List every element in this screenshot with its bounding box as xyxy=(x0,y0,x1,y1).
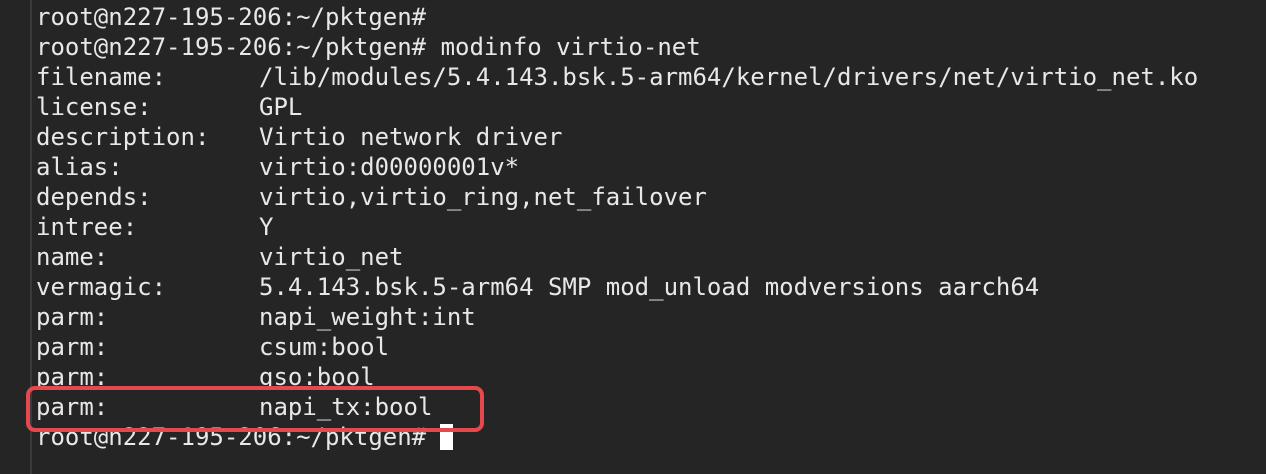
highlight-annotation-box xyxy=(26,386,484,432)
field-key: filename: xyxy=(36,63,167,91)
terminal-line: license: GPL xyxy=(36,92,1198,122)
command-text: root@n227-195-206:~/pktgen# modinfo virt… xyxy=(36,33,701,61)
terminal-output: root@n227-195-206:~/pktgen# root@n227-19… xyxy=(36,2,1198,422)
terminal-line: root@n227-195-206:~/pktgen# xyxy=(36,2,1198,32)
terminal-window[interactable]: root@n227-195-206:~/pktgen# root@n227-19… xyxy=(0,0,1266,474)
terminal-line: vermagic: 5.4.143.bsk.5-arm64 SMP mod_unl… xyxy=(36,272,1198,302)
terminal-line: intree: Y xyxy=(36,212,1198,242)
terminal-line: alias: virtio:d00000001v* xyxy=(36,152,1198,182)
field-value: 5.4.143.bsk.5-arm64 SMP mod_unload modve… xyxy=(259,273,1040,301)
field-key: description: xyxy=(36,123,210,151)
field-value: napi_weight:int xyxy=(259,303,476,331)
terminal-line: parm: csum:bool xyxy=(36,332,1198,362)
field-key: vermagic: xyxy=(36,273,167,301)
prompt-text: root@n227-195-206:~/pktgen# xyxy=(36,3,427,31)
field-value: /lib/modules/5.4.143.bsk.5-arm64/kernel/… xyxy=(259,63,1199,91)
terminal-line: filename: /lib/modules/5.4.143.bsk.5-arm6… xyxy=(36,62,1198,92)
field-key: license: xyxy=(36,93,152,121)
field-value: virtio:d00000001v* xyxy=(259,153,520,181)
field-value: Y xyxy=(259,213,274,241)
terminal-line: parm: napi_weight:int xyxy=(36,302,1198,332)
field-value: Virtio network driver xyxy=(259,123,563,151)
field-value: GPL xyxy=(259,93,303,121)
terminal-line: root@n227-195-206:~/pktgen# modinfo virt… xyxy=(36,32,1198,62)
field-key: alias: xyxy=(36,153,123,181)
terminal-line: description: Virtio network driver xyxy=(36,122,1198,152)
terminal-line: depends: virtio,virtio_ring,net_failover xyxy=(36,182,1198,212)
terminal-line: name: virtio_net xyxy=(36,242,1198,272)
field-key: depends: xyxy=(36,183,152,211)
field-key: parm: xyxy=(36,333,109,361)
field-key: name: xyxy=(36,243,109,271)
field-key: intree: xyxy=(36,213,138,241)
field-value: virtio_net xyxy=(259,243,404,271)
field-value: csum:bool xyxy=(259,333,390,361)
field-key: parm: xyxy=(36,303,109,331)
field-value: virtio,virtio_ring,net_failover xyxy=(259,183,707,211)
